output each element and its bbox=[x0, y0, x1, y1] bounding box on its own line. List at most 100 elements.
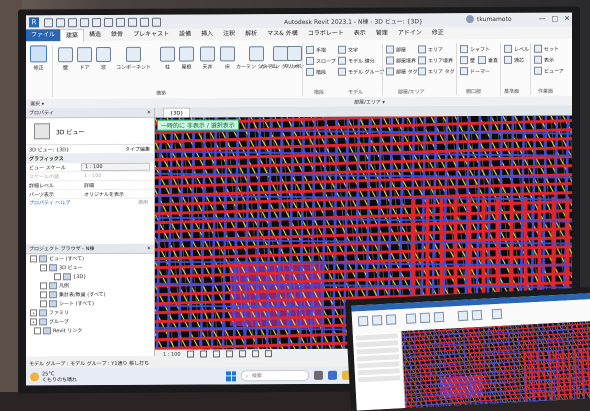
tab-structure[interactable]: 構造 bbox=[84, 29, 106, 41]
tab-architecture[interactable]: 建築 bbox=[60, 28, 85, 42]
tab-systems[interactable]: 設備 bbox=[174, 29, 196, 41]
weather-widget[interactable]: 25°C くもりのち晴れ bbox=[30, 371, 77, 383]
select-dropdown[interactable]: 選択 ▾ bbox=[30, 100, 44, 107]
room-tag-button[interactable]: 部屋 タグ bbox=[386, 67, 418, 76]
area-button[interactable]: エリア bbox=[418, 45, 443, 54]
floor-button[interactable]: 床 bbox=[220, 46, 235, 70]
save-icon[interactable] bbox=[56, 17, 65, 27]
stair-button[interactable]: 階段 bbox=[306, 67, 326, 76]
open-icon[interactable] bbox=[44, 17, 53, 27]
edit-type-button[interactable]: タイプ編集 bbox=[81, 145, 154, 152]
tab-analyze[interactable]: 解析 bbox=[240, 28, 262, 40]
temporary-hide-icon[interactable] bbox=[264, 350, 272, 358]
temporary-hide-label[interactable]: 一時的に 非表示 / 選択表示 bbox=[157, 119, 239, 131]
area-tag-button[interactable]: エリア タグ bbox=[418, 67, 455, 76]
model-line-button[interactable]: モデル 線分 bbox=[338, 56, 375, 65]
browser-tree-item[interactable]: Revit リンク bbox=[26, 326, 154, 336]
node-icon[interactable] bbox=[34, 327, 41, 335]
user-account[interactable]: tkumamoto bbox=[466, 15, 512, 24]
tab-modify[interactable]: 修正 bbox=[427, 27, 449, 39]
node-icon[interactable] bbox=[40, 300, 47, 308]
taskbar-search[interactable]: ⌕ 検索 bbox=[241, 369, 309, 382]
model-text-button[interactable]: 文字 bbox=[338, 45, 358, 54]
wall-button[interactable]: 壁 bbox=[58, 47, 73, 71]
tab-collaborate[interactable]: コラボレート bbox=[303, 28, 349, 40]
modify-button[interactable]: 修正 bbox=[30, 45, 47, 71]
wall-opening-button[interactable]: 壁 bbox=[460, 56, 475, 65]
tab-manage[interactable]: 管理 bbox=[371, 28, 393, 40]
shaft-button[interactable]: シャフト bbox=[460, 45, 490, 54]
grid-button[interactable]: 通芯 bbox=[504, 55, 524, 64]
tab-precast[interactable]: プレキャスト bbox=[128, 29, 174, 41]
group-label-room-area: 部屋/エリア bbox=[398, 89, 425, 96]
section-icon[interactable] bbox=[152, 17, 161, 27]
tab-steel[interactable]: 鉄骨 bbox=[106, 29, 128, 41]
tab-insert[interactable]: 挿入 bbox=[196, 28, 218, 40]
visual-style-icon[interactable] bbox=[199, 350, 207, 358]
undo-icon[interactable] bbox=[80, 17, 89, 27]
dormer-button[interactable]: ドーマー bbox=[460, 67, 490, 76]
property-value[interactable]: 1 : 100 bbox=[81, 162, 150, 172]
expand-icon[interactable]: + bbox=[30, 309, 37, 317]
windows-start-icon[interactable] bbox=[226, 370, 236, 381]
room-button[interactable]: 部屋 bbox=[386, 45, 406, 54]
mullion-button[interactable]: マリオン bbox=[284, 45, 304, 70]
teams-icon[interactable] bbox=[328, 370, 337, 380]
close-icon[interactable]: ✕ bbox=[147, 245, 151, 251]
node-icon[interactable] bbox=[40, 282, 47, 290]
tab-annotate[interactable]: 注釈 bbox=[218, 28, 240, 40]
show-workplane-button[interactable]: 表示 bbox=[534, 55, 554, 64]
viewer-button[interactable]: ビューア bbox=[534, 66, 564, 75]
sync-icon[interactable] bbox=[68, 17, 77, 27]
component-button[interactable]: コンポーネント bbox=[116, 46, 151, 71]
vertical-opening-button[interactable]: 垂直 bbox=[478, 56, 498, 65]
collapse-icon[interactable]: − bbox=[30, 255, 37, 263]
tab-file[interactable]: ファイル bbox=[26, 29, 61, 42]
model-group-button[interactable]: モデル グループ bbox=[338, 67, 384, 76]
revit-app-icon[interactable]: R bbox=[29, 17, 39, 28]
redo-icon[interactable] bbox=[92, 17, 101, 27]
view-type-icon bbox=[43, 327, 51, 335]
3d-view-icon[interactable] bbox=[140, 17, 149, 27]
detail-level-icon[interactable] bbox=[186, 350, 194, 358]
railing-button[interactable]: 手摺 bbox=[306, 45, 326, 54]
tab-addins[interactable]: アドイン bbox=[393, 27, 427, 39]
level-button[interactable]: レベル bbox=[504, 44, 529, 53]
door-button[interactable]: ドア bbox=[77, 47, 92, 71]
close-icon[interactable]: ✕ bbox=[147, 109, 151, 115]
task-view-icon[interactable] bbox=[314, 370, 323, 380]
shadows-icon[interactable] bbox=[225, 350, 233, 358]
grid-icon bbox=[504, 55, 512, 64]
text-icon[interactable] bbox=[128, 17, 137, 27]
maximize-button[interactable]: □ bbox=[552, 15, 559, 23]
room-separator-button[interactable]: 部屋境界 bbox=[386, 56, 416, 65]
print-icon[interactable] bbox=[104, 17, 113, 27]
type-selector[interactable]: 3D ビュー bbox=[26, 117, 154, 146]
measure-icon[interactable] bbox=[116, 17, 125, 27]
apply-button[interactable]: 適用 bbox=[138, 199, 148, 207]
ceiling-button[interactable]: 天井 bbox=[200, 46, 215, 71]
tab-view[interactable]: 表示 bbox=[349, 28, 371, 40]
ramp-button[interactable]: スロープ bbox=[306, 56, 336, 65]
expand-icon[interactable]: + bbox=[30, 318, 37, 326]
crop-view-icon[interactable] bbox=[238, 350, 246, 358]
node-icon[interactable] bbox=[54, 273, 61, 281]
area-boundary-button[interactable]: エリア境界 bbox=[418, 56, 453, 65]
close-button[interactable]: ✕ bbox=[564, 15, 570, 23]
tab-massing[interactable]: マス& 外構 bbox=[262, 28, 303, 40]
laptop-tool-icon bbox=[433, 311, 445, 323]
roof-button[interactable]: 屋根 bbox=[179, 46, 194, 71]
sun-path-icon[interactable] bbox=[212, 350, 220, 358]
minimize-button[interactable]: — bbox=[539, 15, 546, 23]
model-text-icon bbox=[338, 45, 346, 54]
properties-help-link[interactable]: プロパティ ヘルプ bbox=[29, 199, 70, 207]
view-scale[interactable]: 1 : 100 bbox=[163, 351, 181, 357]
lock-view-icon[interactable] bbox=[251, 350, 259, 358]
column-button[interactable]: 柱 bbox=[160, 46, 175, 71]
set-workplane-button[interactable]: セット bbox=[534, 44, 559, 53]
window-button[interactable]: 窓 bbox=[96, 46, 111, 71]
collapse-icon[interactable]: − bbox=[40, 264, 47, 272]
view-selector[interactable]: 3D ビュー: {3D} bbox=[26, 146, 81, 153]
node-icon[interactable] bbox=[40, 291, 47, 299]
room-area-dropdown[interactable]: 部屋/エリア ▾ bbox=[354, 99, 385, 106]
